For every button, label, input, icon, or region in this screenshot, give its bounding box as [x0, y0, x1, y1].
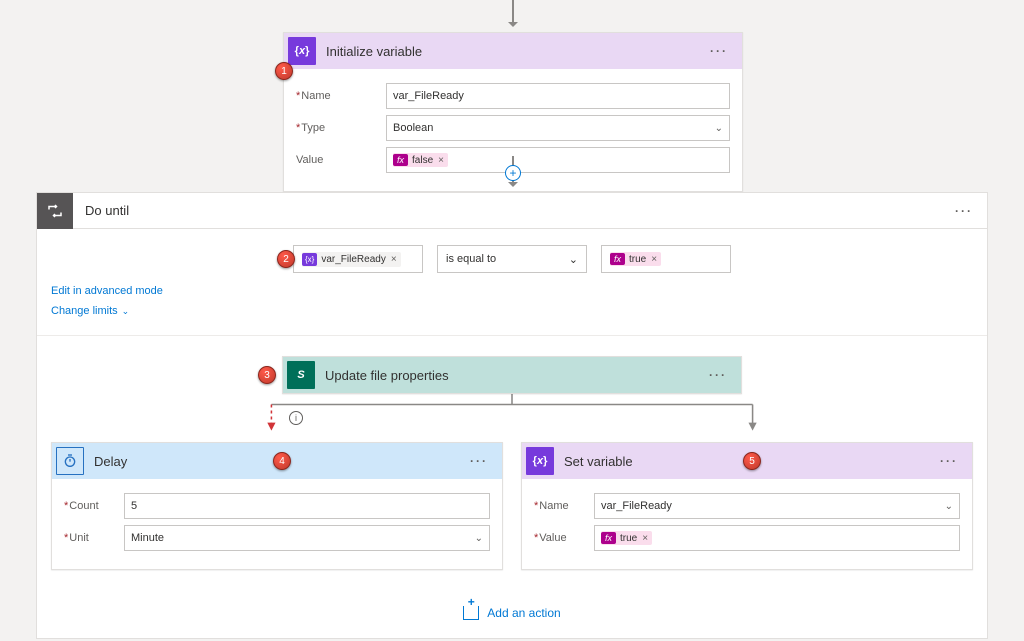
more-menu[interactable]: ··· — [704, 40, 734, 62]
name-label: *Name — [296, 90, 386, 102]
delay-card: Delay 4 ··· *Count 5 *Unit Minute⌄ — [51, 442, 503, 570]
unit-label: *Unit — [64, 532, 124, 544]
more-menu[interactable]: ··· — [703, 364, 733, 386]
badge-1: 1 — [275, 62, 293, 80]
remove-token[interactable]: × — [438, 155, 444, 166]
expression-token[interactable]: fx false × — [393, 153, 448, 167]
value-input[interactable]: fx false × — [386, 147, 730, 173]
condition-operator[interactable]: is equal to⌄ — [437, 245, 587, 273]
edit-advanced-link[interactable]: Edit in advanced mode — [51, 285, 163, 297]
card-title: Initialize variable — [326, 44, 704, 59]
value-label: *Value — [534, 532, 594, 544]
remove-token[interactable]: × — [391, 254, 397, 265]
chevron-down-icon: ⌄ — [122, 306, 130, 317]
initialize-variable-header[interactable]: {x} Initialize variable ··· — [284, 33, 742, 69]
count-input[interactable]: 5 — [124, 493, 490, 519]
card-title: Update file properties — [325, 368, 703, 383]
variable-token[interactable]: {x} var_FileReady × — [302, 252, 401, 267]
set-variable-card: {x} Set variable 5 ··· *Name var_FileRea… — [521, 442, 973, 570]
variable-icon: {x} — [288, 37, 316, 65]
type-select[interactable]: Boolean⌄ — [386, 115, 730, 141]
sharepoint-icon: S — [287, 361, 315, 389]
delay-header[interactable]: Delay 4 ··· — [52, 443, 502, 479]
more-menu[interactable]: ··· — [949, 200, 979, 222]
more-menu[interactable]: ··· — [464, 450, 494, 472]
remove-token[interactable]: × — [651, 254, 657, 265]
change-limits-link[interactable]: Change limits⌄ — [51, 305, 129, 317]
badge-2: 2 — [277, 250, 295, 268]
do-until-header[interactable]: Do until ··· — [37, 193, 987, 229]
variable-icon: {x} — [526, 447, 554, 475]
remove-token[interactable]: × — [642, 533, 648, 544]
value-input[interactable]: fx true × — [594, 525, 960, 551]
value-label: Value — [296, 154, 386, 166]
timer-icon — [56, 447, 84, 475]
badge-4: 4 — [273, 452, 291, 470]
add-action-button[interactable]: Add an action — [51, 606, 973, 620]
condition-right[interactable]: fx true × — [601, 245, 731, 273]
unit-select[interactable]: Minute⌄ — [124, 525, 490, 551]
name-select[interactable]: var_FileReady⌄ — [594, 493, 960, 519]
fx-icon: fx — [601, 532, 616, 544]
name-input[interactable]: var_FileReady — [386, 83, 730, 109]
badge-5: 5 — [743, 452, 761, 470]
condition-left[interactable]: {x} var_FileReady × — [293, 245, 423, 273]
do-until-container: Do until ··· 2 {x} var_FileReady × is eq… — [36, 192, 988, 639]
add-action-icon — [463, 606, 479, 620]
condition-row: 2 {x} var_FileReady × is equal to⌄ fx tr… — [37, 245, 987, 273]
set-variable-header[interactable]: {x} Set variable 5 ··· — [522, 443, 972, 479]
badge-3: 3 — [258, 366, 276, 384]
add-step-button[interactable]: + — [505, 165, 521, 181]
info-icon[interactable]: i — [289, 411, 303, 425]
expression-token[interactable]: fx true × — [610, 252, 661, 266]
count-label: *Count — [64, 500, 124, 512]
name-label: *Name — [534, 500, 594, 512]
fx-icon: fx — [393, 154, 408, 166]
loop-icon — [37, 193, 73, 229]
type-label: *Type — [296, 122, 386, 134]
do-until-title: Do until — [85, 203, 949, 218]
more-menu[interactable]: ··· — [934, 450, 964, 472]
variable-icon: {x} — [302, 253, 317, 266]
update-file-header[interactable]: S Update file properties ··· — [283, 357, 741, 393]
card-title: Delay — [94, 454, 267, 469]
update-file-card: 3 S Update file properties ··· — [282, 356, 742, 394]
expression-token[interactable]: fx true × — [601, 531, 652, 545]
card-title: Set variable — [564, 454, 737, 469]
fx-icon: fx — [610, 253, 625, 265]
